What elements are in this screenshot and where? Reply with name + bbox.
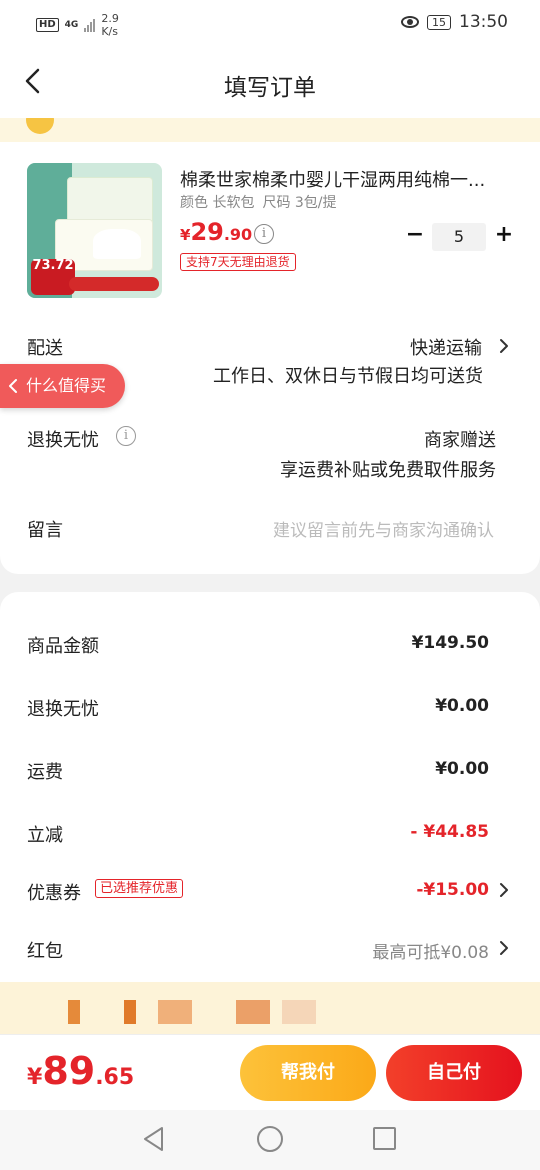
product-image[interactable]: 73.72	[27, 163, 162, 298]
system-nav-bar	[0, 1110, 540, 1170]
shipping-label: 运费	[27, 762, 63, 783]
total-price: ¥89.65	[27, 1049, 134, 1093]
return-info-icon[interactable]: i	[116, 426, 136, 446]
coupon-value[interactable]: -¥15.00	[416, 880, 489, 900]
blurred-content	[282, 1000, 316, 1024]
order-card: 73.72 棉柔世家棉柔巾婴儿干湿两用纯棉一... 颜色 长软包 尺码 3包/提 …	[0, 142, 540, 574]
product-title[interactable]: 棉柔世家棉柔巾婴儿干湿两用纯棉一...	[180, 166, 516, 192]
delivery-note: 工作日、双休日与节假日均可送货	[213, 366, 483, 387]
smzdm-float-button[interactable]: 什么值得买	[0, 364, 125, 408]
hd-indicator: HD	[36, 18, 59, 32]
network-type: 4G	[64, 20, 79, 30]
return-value: 商家赠送	[424, 430, 496, 451]
page-title: 填写订单	[224, 75, 316, 101]
price-int: 29	[190, 218, 224, 246]
product-color: 颜色 长软包	[180, 195, 255, 211]
status-bar: HD 4G 2.9 K/s 15 13:50	[0, 0, 540, 46]
product-spec: 颜色 长软包 尺码 3包/提	[180, 192, 337, 212]
price-summary-card: 商品金额 ¥149.50 退换无忧 ¥0.00 运费 ¥0.00 立减 - ¥4…	[0, 592, 540, 992]
quantity-decrease-button[interactable]: −	[405, 224, 425, 246]
image-price-badge: 73.72	[31, 259, 75, 295]
return-policy-tag: 支持7天无理由退货	[180, 253, 296, 271]
pay-bar: ¥89.65 帮我付 自己付	[0, 1034, 540, 1110]
message-input[interactable]: 建议留言前先与商家沟通确认	[273, 516, 494, 541]
return-label: 退换无忧	[27, 430, 99, 451]
delivery-method[interactable]: 快递运输	[410, 334, 482, 360]
coin-icon	[26, 118, 54, 134]
status-right: 15 13:50	[401, 12, 508, 32]
discount-label: 立减	[27, 825, 63, 846]
network-speed: 2.9 K/s	[101, 12, 119, 38]
message-label: 留言	[27, 520, 63, 541]
shipping-value: ¥0.00	[435, 759, 489, 779]
redpacket-value[interactable]: 最高可抵¥0.08	[372, 938, 489, 963]
delivery-label: 配送	[27, 338, 63, 359]
nav-home-icon[interactable]	[257, 1126, 283, 1152]
total-int: 89	[42, 1049, 96, 1093]
blurred-content	[68, 1000, 80, 1024]
price-symbol: ¥	[180, 226, 191, 244]
status-left: HD 4G 2.9 K/s	[36, 12, 119, 38]
coupon-chevron-icon[interactable]	[498, 882, 510, 898]
total-dec: .65	[95, 1065, 135, 1090]
smzdm-float-label: 什么值得买	[26, 376, 107, 395]
redpacket-chevron-icon[interactable]	[498, 940, 510, 956]
delivery-chevron-icon[interactable]	[498, 338, 510, 354]
image-promo-band	[69, 277, 159, 291]
goods-amount-label: 商品金额	[27, 636, 99, 657]
help-pay-button[interactable]: 帮我付	[240, 1045, 376, 1101]
speed-unit: K/s	[101, 25, 118, 38]
return-fee-label: 退换无忧	[27, 699, 99, 720]
image-price-value: 73.72	[32, 258, 74, 273]
battery-indicator: 15	[427, 14, 451, 30]
quantity-input[interactable]: 5	[432, 223, 486, 251]
signal-icon	[84, 18, 96, 32]
return-note: 享运费补贴或免费取件服务	[280, 460, 496, 481]
coupon-label: 优惠券	[27, 883, 81, 904]
product-price: ¥29.90	[180, 218, 252, 246]
total-symbol: ¥	[27, 1065, 43, 1090]
chevron-left-icon	[9, 379, 17, 393]
clock: 13:50	[459, 12, 508, 32]
product-size: 尺码 3包/提	[262, 195, 337, 211]
redpacket-label: 红包	[27, 941, 63, 962]
eye-comfort-icon	[401, 16, 419, 28]
blurred-content	[158, 1000, 192, 1024]
self-pay-button[interactable]: 自己付	[386, 1045, 522, 1101]
quantity-increase-button[interactable]: +	[494, 224, 514, 246]
blurred-content	[124, 1000, 136, 1024]
nav-back-icon[interactable]	[142, 1126, 166, 1152]
coupon-tag: 已选推荐优惠	[95, 879, 184, 898]
nav-recent-icon[interactable]	[373, 1127, 396, 1150]
speed-value: 2.9	[101, 12, 119, 25]
goods-amount-value: ¥149.50	[411, 633, 489, 653]
return-fee-value: ¥0.00	[435, 696, 489, 716]
promo-band	[0, 982, 540, 1042]
header: 填写订单	[0, 46, 540, 118]
price-dec: .90	[223, 225, 253, 244]
blurred-content	[236, 1000, 270, 1024]
price-info-icon[interactable]: i	[254, 224, 274, 244]
discount-value: - ¥44.85	[410, 822, 489, 842]
